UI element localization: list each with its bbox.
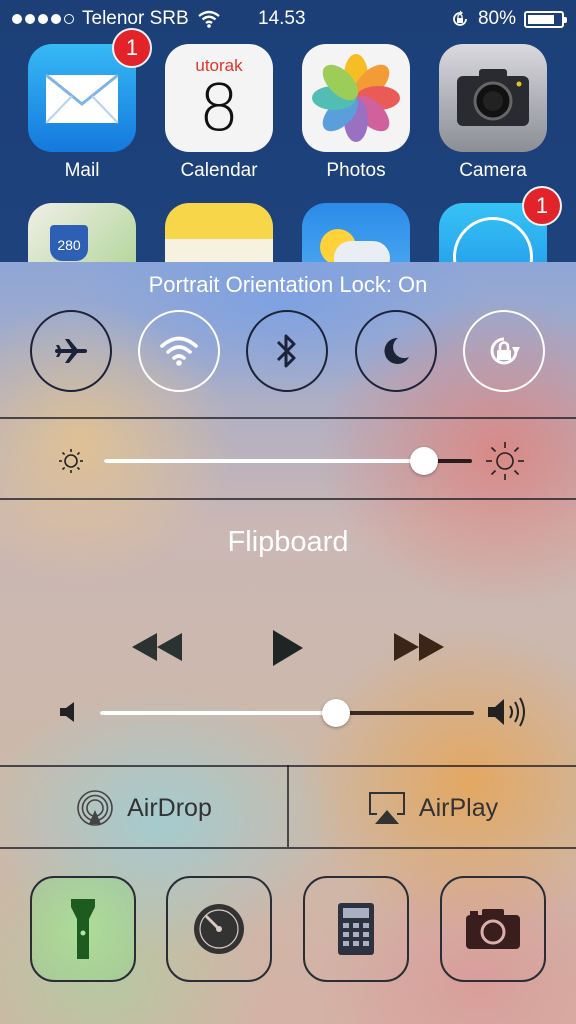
section-divider [0,498,576,500]
volume-slider-thumb[interactable] [321,699,350,727]
calendar-day-number: 8 [198,72,240,146]
volume-high-icon [488,697,525,727]
section-divider [0,417,576,419]
notification-badge: 1 [522,186,562,226]
status-bar: Telenor SRB 14.53 80% [0,0,576,38]
airplane-icon [55,339,87,363]
app-photos[interactable]: Photos [302,44,410,182]
calculator-icon [338,903,374,955]
rewind-button[interactable] [130,630,184,664]
photos-icon [302,44,410,152]
camera-icon [466,909,520,949]
wifi-icon [197,10,220,28]
bluetooth-icon [276,334,296,368]
app-label: Calendar [180,160,258,181]
flashlight-icon [71,899,95,959]
fast-forward-button[interactable] [392,630,446,664]
brightness-low-icon [59,449,83,473]
app-calendar[interactable]: utorak 8 Calendar [165,44,273,182]
signal-strength-indicator [12,14,74,24]
app-mail[interactable]: Mail [28,44,136,182]
control-center-status-title: Portrait Orientation Lock: On [148,272,428,297]
orientation-lock-toggle[interactable] [463,310,545,392]
volume-slider[interactable] [100,696,474,730]
control-center: Portrait Orientation Lock: On Flipboard … [0,262,576,1024]
app-camera[interactable]: Camera [439,44,547,182]
airplay-label: AirPlay [418,793,499,822]
calculator-button[interactable] [303,876,409,982]
section-divider [0,847,576,849]
do-not-disturb-toggle[interactable] [355,310,437,392]
airdrop-button[interactable]: AirDrop [0,767,287,849]
wifi-icon [160,336,198,366]
battery-icon [524,10,567,28]
battery-percentage: 80% [477,8,516,29]
brightness-slider-thumb[interactable] [410,447,439,475]
bluetooth-toggle[interactable] [246,310,328,392]
camera-icon [439,44,547,152]
moon-icon [384,337,409,364]
status-time: 14.53 [258,8,306,29]
brightness-slider[interactable] [104,444,472,478]
timer-icon [194,904,244,954]
play-button[interactable] [270,628,306,668]
volume-low-icon [60,702,74,722]
wifi-toggle[interactable] [138,310,220,392]
brightness-high-icon [486,442,524,480]
carrier-name: Telenor SRB [82,8,189,29]
rotation-lock-icon [490,337,520,365]
notification-badge: 1 [112,28,152,68]
flashlight-button[interactable] [30,876,136,982]
calendar-icon: utorak 8 [165,44,273,152]
app-label: Mail [64,160,100,181]
rotation-lock-icon [453,10,467,26]
app-label: Camera [459,160,527,181]
timer-button[interactable] [166,876,272,982]
airdrop-label: AirDrop [127,793,212,822]
app-label: Photos [326,160,386,181]
airplay-icon [368,792,405,824]
highway-shield: 280 [50,225,88,261]
now-playing-title: Flipboard [227,526,349,558]
camera-shortcut-button[interactable] [440,876,546,982]
airdrop-icon [77,790,113,826]
airplay-button[interactable]: AirPlay [289,767,576,849]
airplane-mode-toggle[interactable] [30,310,112,392]
